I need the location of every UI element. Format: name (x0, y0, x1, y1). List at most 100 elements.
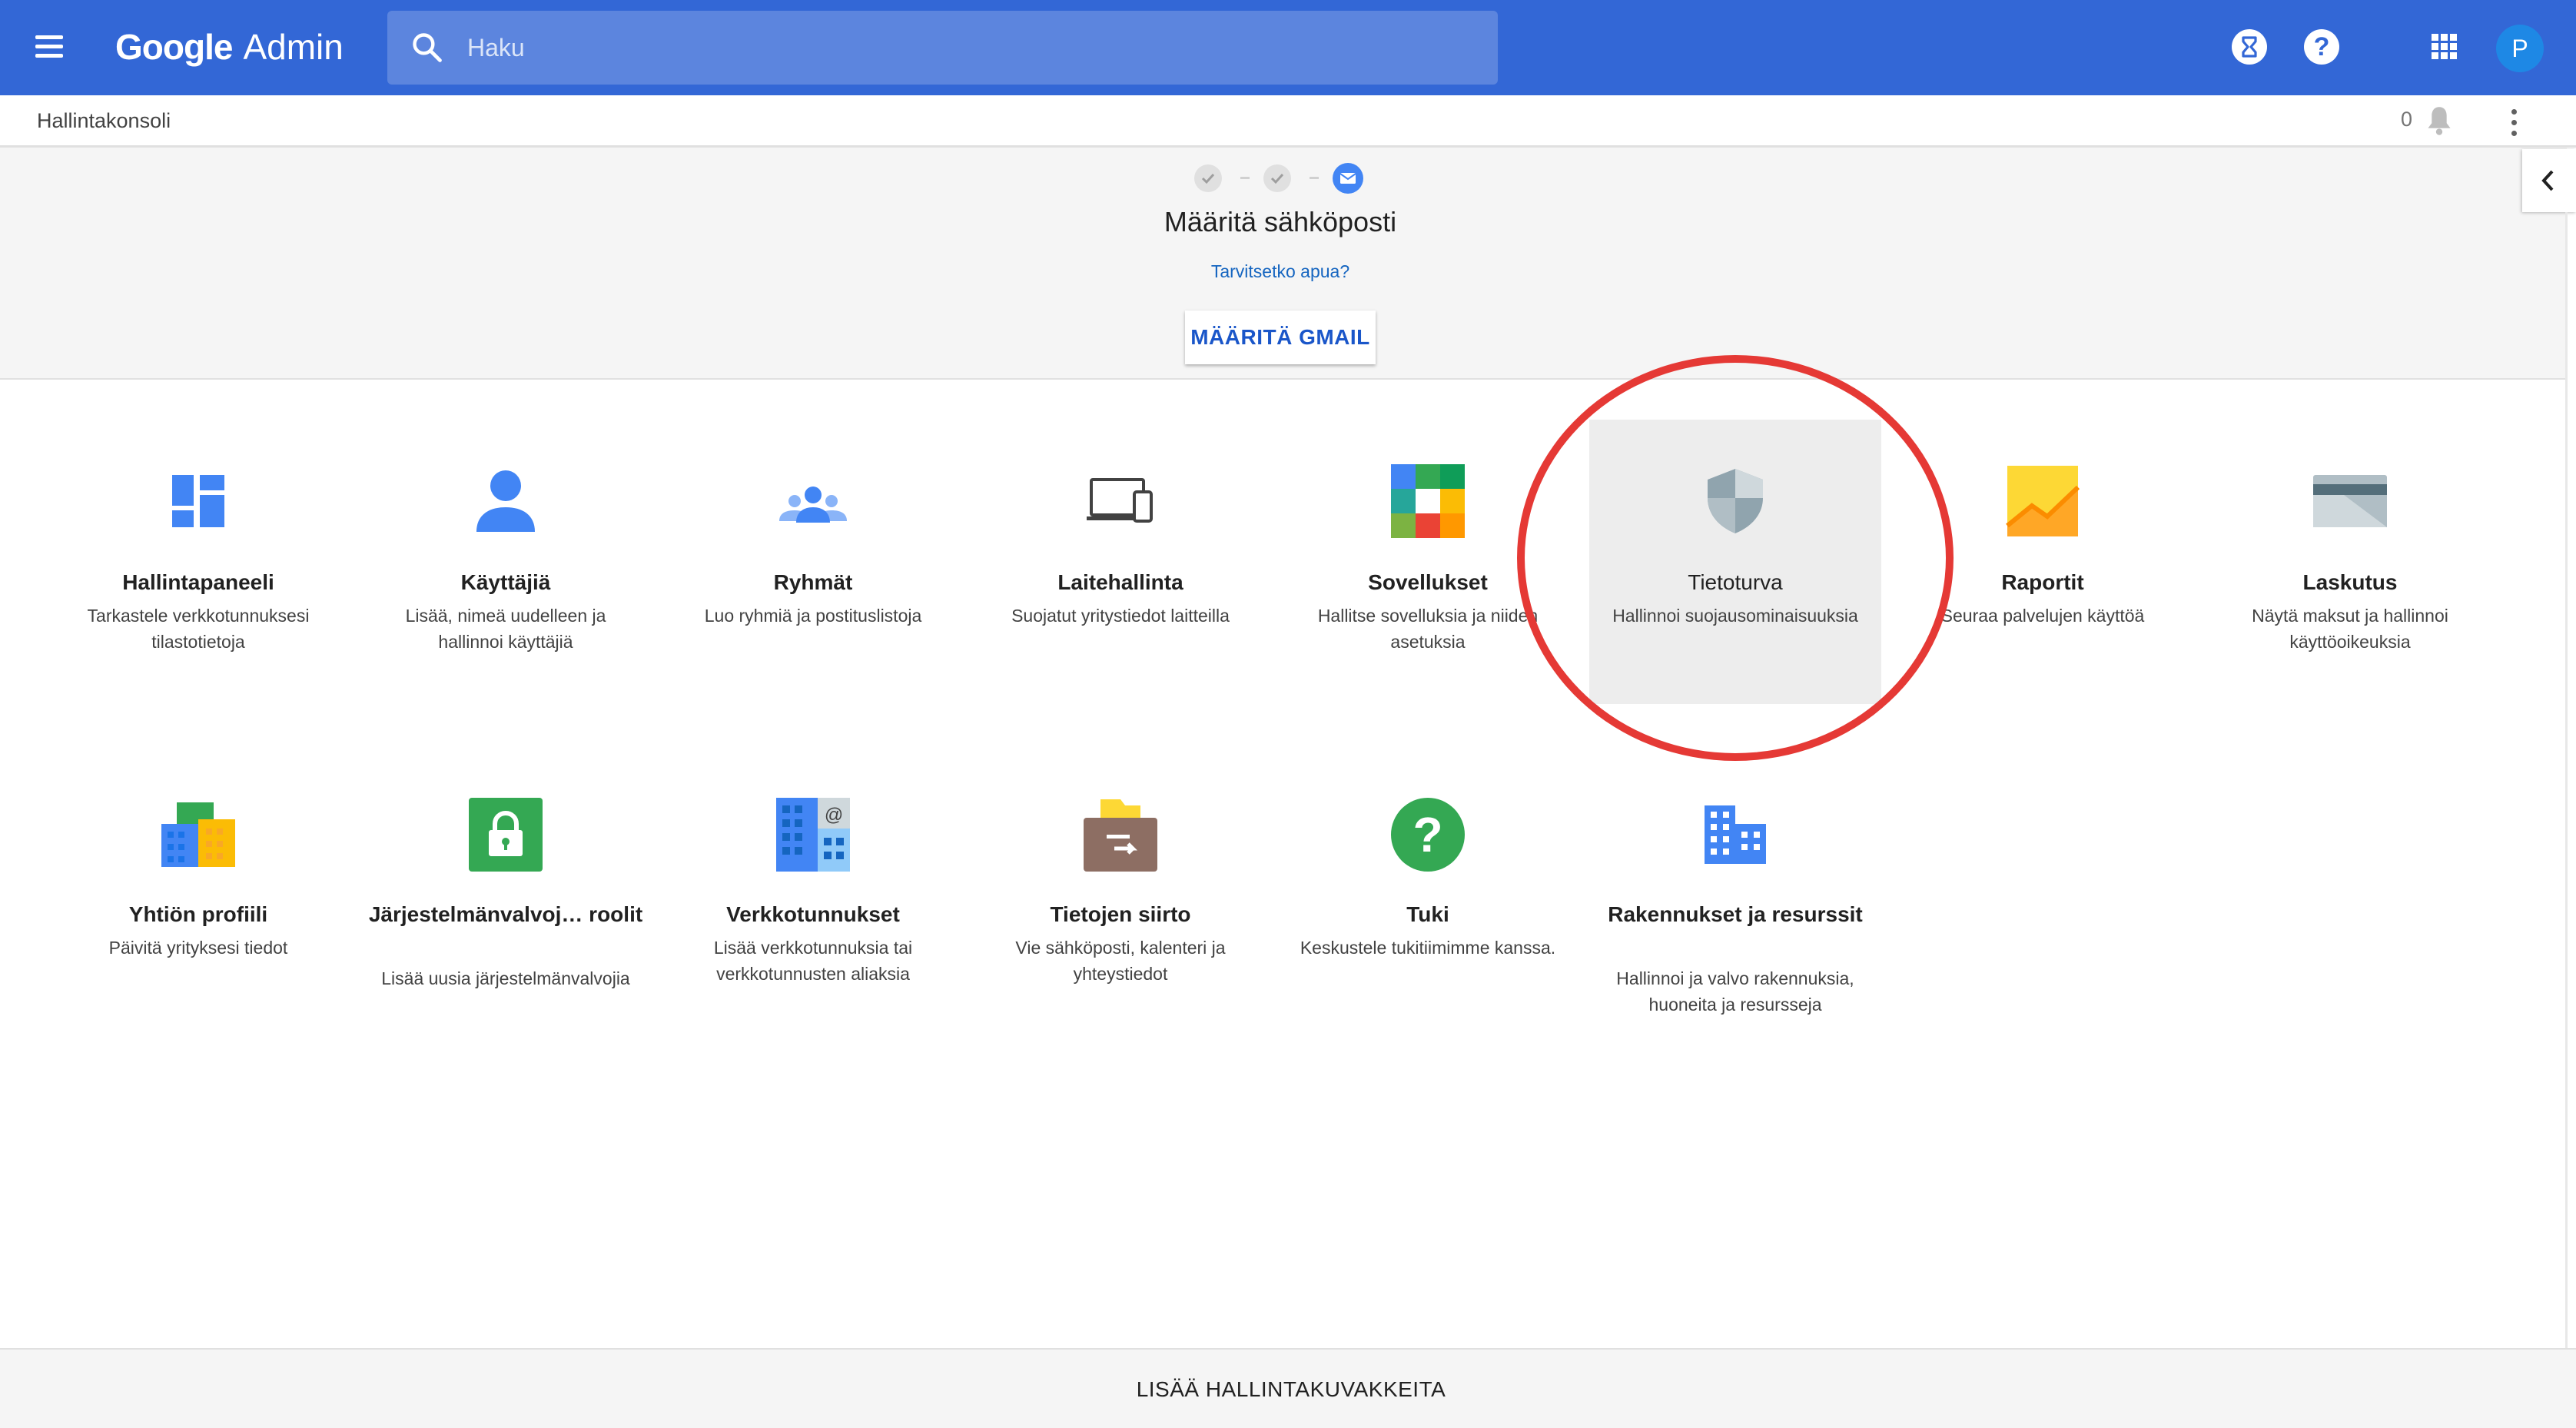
tile-buildings-resources[interactable]: Rakennukset ja resurssit Hallinnoi ja va… (1589, 753, 1881, 1038)
tile-description: Lisää verkkotunnuksia tai verkkotunnuste… (713, 938, 913, 984)
tile-description: Lisää, nimeä uudelleen ja hallinnoi käyt… (405, 606, 606, 652)
tile-description: Näytä maksut ja hallinnoi käyttöoikeuksi… (2252, 606, 2448, 652)
apps-grid-dot (2450, 43, 2457, 50)
scroll-divider (2565, 212, 2568, 1350)
reports-chart-icon (2006, 466, 2080, 536)
help-icon: ? (2313, 32, 2330, 61)
apps-grid-dot (2441, 34, 2448, 41)
tile-billing[interactable]: Laskutus Näytä maksut ja hallinnoi käytt… (2204, 420, 2496, 704)
tile-description: Hallinnoi suojausominaisuuksia (1612, 606, 1858, 626)
apps-grid-dot (2441, 43, 2448, 50)
apps-grid-dot (2441, 52, 2448, 59)
breadcrumb-bar: Hallintakonsoli 0 (0, 95, 2576, 148)
tile-description: Suojatut yritystiedot laitteilla (1011, 606, 1230, 626)
svg-text:?: ? (1412, 807, 1442, 862)
search-input[interactable] (467, 11, 1466, 85)
tile-title: Tietojen siirto (1050, 902, 1191, 926)
google-admin-logo[interactable]: Google Admin (115, 22, 344, 72)
hourglass-button[interactable] (2232, 29, 2267, 65)
collapse-panel-button[interactable] (2522, 149, 2576, 212)
svg-text:@: @ (825, 805, 843, 825)
logo-google-text: Google (115, 27, 233, 67)
main-menu-button[interactable] (29, 26, 69, 66)
account-avatar[interactable]: P (2496, 25, 2544, 72)
menu-icon-bar (35, 54, 63, 58)
tile-domains[interactable]: @ Verkkotunnukset Lisää verkkotunnuksia … (667, 753, 959, 1038)
tile-reports[interactable]: Raportit Seuraa palvelujen käyttöä (1897, 420, 2189, 704)
building-icon (1705, 805, 1766, 864)
dashboard-icon (172, 475, 224, 527)
tile-title: Käyttäjiä (460, 570, 551, 594)
tile-description: Luo ryhmiä ja postituslistoja (704, 606, 922, 626)
more-options-button[interactable] (2508, 108, 2519, 138)
tile-description: Seuraa palvelujen käyttöä (1940, 606, 2145, 626)
apps-grid-dot (2432, 43, 2438, 50)
add-admin-tiles-button[interactable]: LISÄÄ HALLINTAKUVAKKEITA (1061, 1367, 1522, 1413)
more-vert-dot (2511, 120, 2517, 125)
company-buildings-icon (161, 802, 235, 867)
top-app-bar: Google Admin ? P (0, 0, 2576, 95)
setup-gmail-button[interactable]: MÄÄRITÄ GMAIL (1185, 311, 1376, 364)
shield-icon (1708, 469, 1763, 533)
step-divider (1310, 177, 1319, 179)
step-divider (1240, 177, 1250, 179)
tile-security[interactable]: Tietoturva Hallinnoi suojausominaisuuksi… (1589, 420, 1881, 704)
apps-grid-button[interactable] (2427, 29, 2462, 65)
tile-support[interactable]: ? Tuki Keskustele tukitiimimme kanssa. (1282, 753, 1574, 1038)
logo-admin-text: Admin (243, 27, 344, 67)
credit-card-icon (2313, 475, 2387, 527)
tile-description: Hallitse sovelluksia ja niiden asetuksia (1317, 606, 1539, 652)
more-vert-dot (2511, 131, 2517, 136)
apps-grid-dot (2450, 52, 2457, 59)
tile-title: Ryhmät (773, 570, 853, 594)
setup-progress-steps (1194, 161, 1371, 195)
step-complete-check-icon (1194, 164, 1222, 192)
apps-icon (1391, 464, 1465, 538)
tile-title: Tietoturva (1688, 570, 1783, 594)
tile-groups[interactable]: Ryhmät Luo ryhmiä ja postituslistoja (667, 420, 959, 704)
step-complete-check-icon (1263, 164, 1291, 192)
tile-description: Lisää uusia järjestelmänvalvojia (381, 968, 630, 988)
domains-icon: @ (776, 798, 850, 872)
search-icon (413, 33, 442, 62)
tile-admin-roles[interactable]: Järjestelmänvalvoj… roolit Lisää uusia j… (360, 753, 652, 1038)
hourglass-icon (2242, 36, 2257, 58)
tile-title: Järjestelmänvalvoj… roolit (368, 902, 643, 926)
tile-data-migration[interactable]: Tietojen siirto Vie sähköposti, kalenter… (974, 753, 1266, 1038)
menu-icon-bar (35, 45, 63, 48)
tile-title: Rakennukset ja resurssit (1608, 902, 1863, 926)
menu-icon (35, 35, 63, 39)
tile-title: Hallintapaneeli (122, 570, 274, 594)
help-link[interactable]: Tarvitsetko apua? (1127, 261, 1434, 282)
tile-title: Laitehallinta (1057, 570, 1183, 594)
data-migration-icon (1084, 799, 1157, 872)
step-email-icon (1333, 163, 1363, 194)
search-bar[interactable] (387, 11, 1498, 85)
tile-company-profile[interactable]: Yhtiön profiili Päivitä yrityksesi tiedo… (52, 753, 344, 1038)
tile-title: Verkkotunnukset (726, 902, 900, 926)
bottom-bar: LISÄÄ HALLINTAKUVAKKEITA (0, 1348, 2576, 1428)
setup-banner: Määritä sähköposti Tarvitsetko apua? MÄÄ… (0, 148, 2567, 380)
tile-title: Yhtiön profiili (128, 902, 268, 926)
tile-dashboard[interactable]: Hallintapaneeli Tarkastele verkkotunnuks… (52, 420, 344, 704)
help-button[interactable]: ? (2304, 29, 2339, 65)
tile-title: Laskutus (2302, 570, 2398, 594)
notifications-bell-icon[interactable] (2424, 105, 2455, 137)
tile-users[interactable]: Käyttäjiä Lisää, nimeä uudelleen ja hall… (360, 420, 652, 704)
notification-count: 0 (2401, 108, 2413, 131)
tile-description: Päivitä yrityksesi tiedot (108, 938, 288, 958)
breadcrumb[interactable]: Hallintakonsoli (37, 109, 171, 133)
tile-title: Raportit (2001, 570, 2084, 594)
tile-device-management[interactable]: Laitehallinta Suojatut yritystiedot lait… (974, 420, 1266, 704)
tile-apps[interactable]: Sovellukset Hallitse sovelluksia ja niid… (1282, 420, 1574, 704)
tile-description: Vie sähköposti, kalenteri ja yhteystiedo… (1015, 938, 1226, 984)
devices-icon (1087, 478, 1153, 523)
apps-grid-dot (2450, 34, 2457, 41)
tile-title: Tuki (1406, 902, 1449, 926)
chevron-left-icon (2541, 170, 2554, 191)
apps-grid-icon (2432, 34, 2438, 41)
tile-description: Hallinnoi ja valvo rakennuksia, huoneita… (1616, 968, 1854, 1015)
tile-description: Tarkastele verkkotunnuksesi tilastotieto… (87, 606, 310, 652)
user-icon (476, 470, 535, 532)
setup-title: Määritä sähköposti (1164, 206, 1397, 237)
